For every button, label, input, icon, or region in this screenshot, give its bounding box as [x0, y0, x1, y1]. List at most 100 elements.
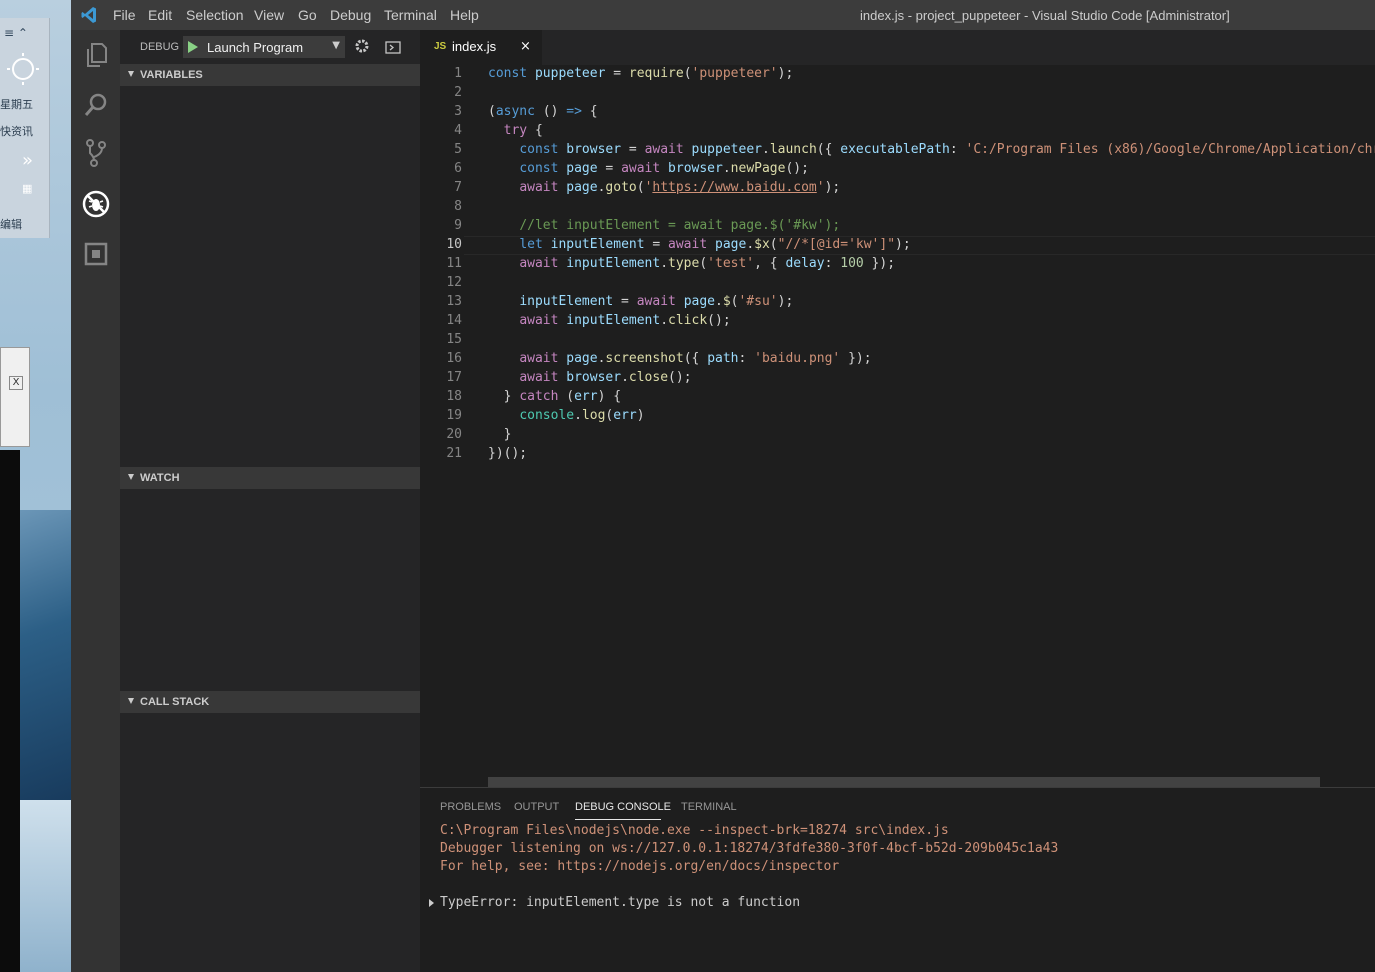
watch-title: WATCH [140, 472, 180, 484]
code-line[interactable]: await inputElement.type('test', { delay:… [488, 256, 895, 271]
collapse-triangle-icon [128, 698, 134, 704]
editor-tab-bar: JS index.js × [420, 30, 1375, 65]
launch-config-select[interactable]: Launch Program ▼ [183, 36, 345, 58]
line-number: 19 [446, 408, 462, 423]
code-line[interactable]: })(); [488, 446, 527, 461]
launch-config-label: Launch Program [207, 40, 304, 55]
line-number: 18 [446, 389, 462, 404]
code-line[interactable]: const puppeteer = require('puppeteer'); [488, 66, 793, 81]
line-number: 15 [446, 332, 462, 347]
window-title: index.js - project_puppeteer - Visual St… [860, 8, 1230, 23]
weather-sun-icon [6, 52, 56, 89]
widget-news-label[interactable]: 快资讯 [0, 123, 50, 139]
explorer-icon[interactable] [71, 31, 120, 79]
menu-file[interactable]: File [113, 7, 136, 23]
desktop-widget[interactable]: ≡ ⌃ 星期五 快资讯 » ▦ 编辑 [0, 18, 50, 238]
code-line[interactable]: await inputElement.click(); [488, 313, 730, 328]
debug-title: DEBUG [140, 41, 180, 53]
code-line[interactable]: let inputElement = await page.$x("//*[@i… [488, 237, 910, 252]
code-line[interactable]: console.log(err) [488, 408, 644, 423]
code-line[interactable]: const browser = await puppeteer.launch({… [488, 142, 1375, 157]
call-stack-title: CALL STACK [140, 696, 210, 708]
tab-terminal[interactable]: TERMINAL [681, 801, 737, 813]
line-number: 6 [454, 161, 462, 176]
close-tab-icon[interactable]: × [520, 39, 531, 54]
code-line[interactable]: await page.goto('https://www.baidu.com')… [488, 180, 840, 195]
tab-debug-console[interactable]: DEBUG CONSOLE [575, 801, 671, 813]
menu-terminal[interactable]: Terminal [384, 7, 437, 23]
debug-icon[interactable] [71, 180, 120, 228]
vscode-logo-icon [81, 6, 97, 28]
chevron-down-icon[interactable]: ▼ [332, 40, 340, 51]
close-button[interactable]: X [9, 376, 23, 390]
source-control-icon[interactable] [71, 129, 120, 177]
code-line[interactable]: (async () => { [488, 104, 598, 119]
code-editor[interactable]: 1 2 3 4 5 6 7 8 9 10 11 12 13 14 15 16 17 18 19 20 21 const … [420, 65, 1375, 787]
desktop-background: ≡ ⌃ 星期五 快资讯 » ▦ 编辑 X [0, 0, 71, 972]
background-terminal [0, 450, 20, 972]
line-number: 3 [454, 104, 462, 119]
widget-edit-label[interactable]: 编辑 [0, 216, 50, 232]
tab-index-js[interactable]: JS index.js × [420, 30, 542, 65]
line-number: 11 [446, 256, 462, 271]
qr-code-icon[interactable]: ▦ [22, 182, 71, 195]
code-line[interactable]: const page = await browser.newPage(); [488, 161, 809, 176]
line-number: 20 [446, 427, 462, 442]
code-line[interactable]: } catch (err) { [488, 389, 621, 404]
variables-title: VARIABLES [140, 69, 203, 81]
tab-problems[interactable]: PROBLEMS [440, 801, 501, 813]
code-line[interactable]: } [488, 427, 512, 442]
line-number: 5 [454, 142, 462, 157]
horizontal-scrollbar[interactable] [488, 777, 1320, 787]
gear-icon[interactable] [354, 38, 370, 58]
line-number: 14 [446, 313, 462, 328]
menu-help[interactable]: Help [450, 7, 479, 23]
code-line[interactable]: try { [488, 123, 543, 138]
js-file-icon: JS [434, 41, 447, 52]
console-line: C:\Program Files\nodejs\node.exe --inspe… [440, 823, 949, 838]
start-debugging-icon[interactable] [188, 41, 198, 53]
line-number: 17 [446, 370, 462, 385]
line-number: 4 [454, 123, 462, 138]
line-number: 21 [446, 446, 462, 461]
title-bar: File Edit Selection View Go Debug Termin… [71, 0, 1375, 30]
tab-label: index.js [452, 39, 497, 54]
code-line[interactable]: await browser.close(); [488, 370, 691, 385]
code-line[interactable]: //let inputElement = await page.$('#kw')… [488, 218, 840, 233]
menu-edit[interactable]: Edit [148, 7, 172, 23]
wallpaper-sky [20, 800, 71, 972]
watch-section-header[interactable]: WATCH [120, 467, 420, 489]
console-line: Debugger listening on ws://127.0.0.1:182… [440, 841, 1059, 856]
code-line[interactable]: inputElement = await page.$('#su'); [488, 294, 793, 309]
debug-console-icon[interactable] [385, 40, 401, 59]
menu-icon[interactable]: ≡ ⌃ [4, 26, 54, 40]
menu-view[interactable]: View [254, 7, 284, 23]
widget-day-label: 星期五 [0, 98, 33, 111]
expand-arrows-icon[interactable]: » [22, 150, 71, 171]
menu-debug[interactable]: Debug [330, 7, 371, 23]
collapse-triangle-icon [128, 71, 134, 77]
line-number: 16 [446, 351, 462, 366]
line-number: 10 [446, 237, 462, 252]
line-number: 1 [454, 66, 462, 81]
variables-section-header[interactable]: VARIABLES [120, 64, 420, 86]
expand-arrow-icon[interactable] [429, 899, 434, 907]
active-tab-indicator [575, 819, 661, 820]
code-line[interactable]: await page.screenshot({ path: 'baidu.png… [488, 351, 871, 366]
tab-output[interactable]: OUTPUT [514, 801, 559, 813]
console-error-line[interactable]: TypeError: inputElement.type is not a fu… [440, 895, 800, 910]
menu-selection[interactable]: Selection [186, 7, 244, 23]
bottom-panel: PROBLEMS OUTPUT DEBUG CONSOLE TERMINAL C… [420, 787, 1375, 972]
background-window[interactable]: X [0, 347, 30, 447]
line-number: 9 [454, 218, 462, 233]
console-line: For help, see: https://nodejs.org/en/doc… [440, 859, 840, 874]
activity-bar [71, 30, 120, 972]
collapse-triangle-icon [128, 474, 134, 480]
line-number: 7 [454, 180, 462, 195]
menu-go[interactable]: Go [298, 7, 317, 23]
wallpaper-mountain [20, 510, 71, 810]
extensions-icon[interactable] [71, 230, 120, 278]
call-stack-section-header[interactable]: CALL STACK [120, 691, 420, 713]
search-icon[interactable] [71, 81, 120, 129]
line-number: 13 [446, 294, 462, 309]
